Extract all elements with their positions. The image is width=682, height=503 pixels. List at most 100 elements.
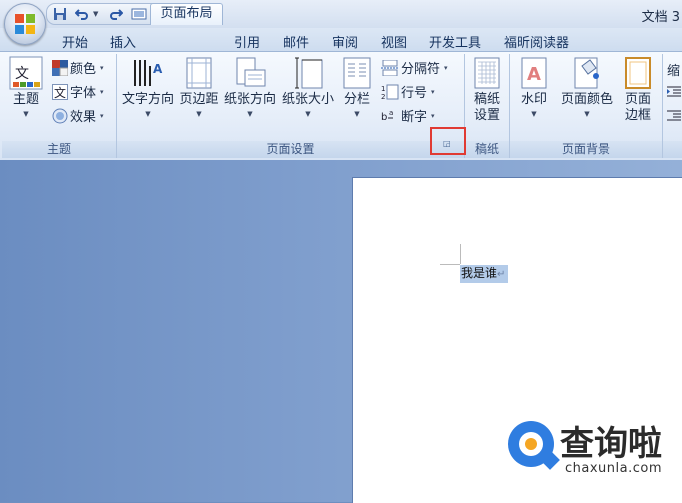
columns-icon <box>343 57 371 89</box>
margin-corner-mark <box>440 264 460 265</box>
indent-left-icon <box>667 86 681 97</box>
page-borders-button[interactable]: 页面 边框 <box>618 56 658 124</box>
tab-references[interactable]: 引用 <box>234 32 260 51</box>
page-color-button[interactable]: 页面颜色 ▼ <box>558 56 616 118</box>
ribbon: 文 主题 ▼ 颜色 ▾ 文 字体 ▾ 效果 ▾ 主题 A 文字方向 ▼ 页边距 … <box>0 51 682 161</box>
chevron-down-icon: ▼ <box>531 110 537 118</box>
margins-button[interactable]: 页边距 ▼ <box>177 56 221 118</box>
paragraph-group-partial: 缩 <box>663 54 682 158</box>
page-color-icon <box>574 57 599 89</box>
chevron-down-icon: ▼ <box>247 110 253 118</box>
chevron-down-icon: ▾ <box>100 63 104 72</box>
hyphenation-label: 断字 <box>401 110 428 125</box>
margin-corner-mark <box>460 244 461 264</box>
undo-icon[interactable] <box>75 6 89 22</box>
tab-view[interactable]: 视图 <box>381 32 407 51</box>
paragraph-group-label <box>663 141 682 158</box>
chevron-down-icon: ▼ <box>584 110 590 118</box>
columns-button[interactable]: 分栏 ▼ <box>339 56 375 118</box>
manuscript-settings-label-2: 设置 <box>473 108 500 123</box>
page-borders-label-1: 页面 <box>624 92 651 107</box>
themes-label: 主题 <box>12 92 39 107</box>
save-icon[interactable] <box>53 6 67 22</box>
page-setup-dialog-launcher-icon[interactable]: ◲ <box>443 139 451 148</box>
office-logo-icon <box>15 14 35 34</box>
color-palette-icon <box>52 59 68 76</box>
theme-fonts-label: 字体 <box>70 86 97 101</box>
manuscript-settings-button[interactable]: 稿纸 设置 <box>467 56 507 124</box>
chevron-down-icon: ▾ <box>100 87 104 96</box>
chevron-down-icon: ▼ <box>354 110 360 118</box>
office-button[interactable] <box>4 3 46 45</box>
paper-size-icon <box>295 57 323 89</box>
breaks-icon <box>381 59 399 76</box>
page-setup-group: A 文字方向 ▼ 页边距 ▼ 纸张方向 ▼ 纸张大小 ▼ 分栏 ▼ 分隔符 ▾ … <box>117 54 465 158</box>
theme-colors-label: 颜色 <box>70 62 97 77</box>
selected-text[interactable]: 我是谁↵ <box>460 265 509 283</box>
size-label: 纸张大小 <box>281 92 334 107</box>
page-background-group: A 水印 ▼ 页面颜色 ▼ 页面 边框 页面背景 <box>510 54 663 158</box>
tab-mailings[interactable]: 邮件 <box>283 32 309 51</box>
indent-right-icon <box>667 110 681 121</box>
chevron-down-icon: ▾ <box>444 63 448 72</box>
manuscript-group-label: 稿纸 <box>465 141 509 158</box>
title-bar: ▼ ▾ 文档 3 <box>0 0 682 28</box>
chevron-down-icon: ▾ <box>431 111 435 120</box>
watermark-url: chaxunla.com <box>565 461 662 476</box>
chevron-down-icon: ▾ <box>431 87 435 96</box>
watermark-label: 水印 <box>520 92 547 107</box>
effects-icon <box>52 108 68 123</box>
theme-fonts-button[interactable]: 文 字体 ▾ <box>52 82 104 101</box>
theme-group: 文 主题 ▼ 颜色 ▾ 文 字体 ▾ 效果 ▾ 主题 <box>2 54 117 158</box>
manuscript-settings-label-1: 稿纸 <box>473 92 500 107</box>
manuscript-group: 稿纸 设置 稿纸 <box>465 54 510 158</box>
page-background-group-label: 页面背景 <box>510 141 662 158</box>
margins-icon <box>186 57 212 89</box>
breaks-button[interactable]: 分隔符 ▾ <box>381 58 448 77</box>
manuscript-paper-icon <box>474 57 500 89</box>
theme-group-label: 主题 <box>2 141 116 158</box>
svg-text:文: 文 <box>15 66 29 82</box>
watermark-brand: 查询啦 <box>560 424 662 464</box>
tab-insert[interactable]: 插入 <box>110 32 136 51</box>
ribbon-tab-bar: 开始 插入 引用 邮件 审阅 视图 开发工具 福昕阅读器 <box>0 28 682 52</box>
watermark-icon: A <box>521 57 547 89</box>
line-numbers-label: 行号 <box>401 86 428 101</box>
theme-effects-label: 效果 <box>70 110 97 125</box>
undo-dropdown-icon[interactable]: ▼ <box>93 6 98 22</box>
svg-text:a: a <box>389 109 393 117</box>
document-text: 我是谁 <box>461 266 498 280</box>
size-button[interactable]: 纸张大小 ▼ <box>279 56 337 118</box>
breaks-label: 分隔符 <box>401 62 441 77</box>
chevron-down-icon: ▼ <box>196 110 202 118</box>
watermark-logo-icon <box>525 438 537 450</box>
theme-colors-button[interactable]: 颜色 ▾ <box>52 58 104 77</box>
orientation-label: 纸张方向 <box>223 92 276 107</box>
page-setup-group-label: 页面设置 <box>117 141 464 158</box>
watermark-button[interactable]: A 水印 ▼ <box>514 56 554 118</box>
tab-foxit-reader[interactable]: 福昕阅读器 <box>504 32 569 51</box>
line-numbers-button[interactable]: 12 行号 ▾ <box>381 82 435 101</box>
orientation-icon <box>236 57 266 87</box>
chevron-down-icon: ▼ <box>23 110 29 118</box>
paragraph-mark-icon: ↵ <box>497 269 506 280</box>
tab-page-layout[interactable]: 页面布局 <box>150 3 223 25</box>
theme-effects-button[interactable]: 效果 ▾ <box>52 106 104 125</box>
redo-icon[interactable] <box>109 6 123 22</box>
tab-review[interactable]: 审阅 <box>332 32 358 51</box>
orientation-button[interactable]: 纸张方向 ▼ <box>221 56 279 118</box>
hyphenation-button[interactable]: ba 断字 ▾ <box>381 106 435 126</box>
page-borders-icon <box>625 57 651 89</box>
svg-text:1: 1 <box>381 85 385 93</box>
svg-text:文: 文 <box>54 85 66 100</box>
font-icon: 文 <box>52 83 68 100</box>
text-direction-icon: A <box>134 60 163 86</box>
columns-label: 分栏 <box>343 92 370 107</box>
text-direction-button[interactable]: A 文字方向 ▼ <box>119 56 177 118</box>
chevron-down-icon: ▾ <box>100 111 104 120</box>
tab-home[interactable]: 开始 <box>62 32 88 51</box>
themes-button[interactable]: 文 主题 ▼ <box>6 56 46 118</box>
chevron-down-icon: ▼ <box>145 110 151 118</box>
print-preview-icon[interactable] <box>131 6 147 22</box>
tab-developer[interactable]: 开发工具 <box>429 32 481 51</box>
